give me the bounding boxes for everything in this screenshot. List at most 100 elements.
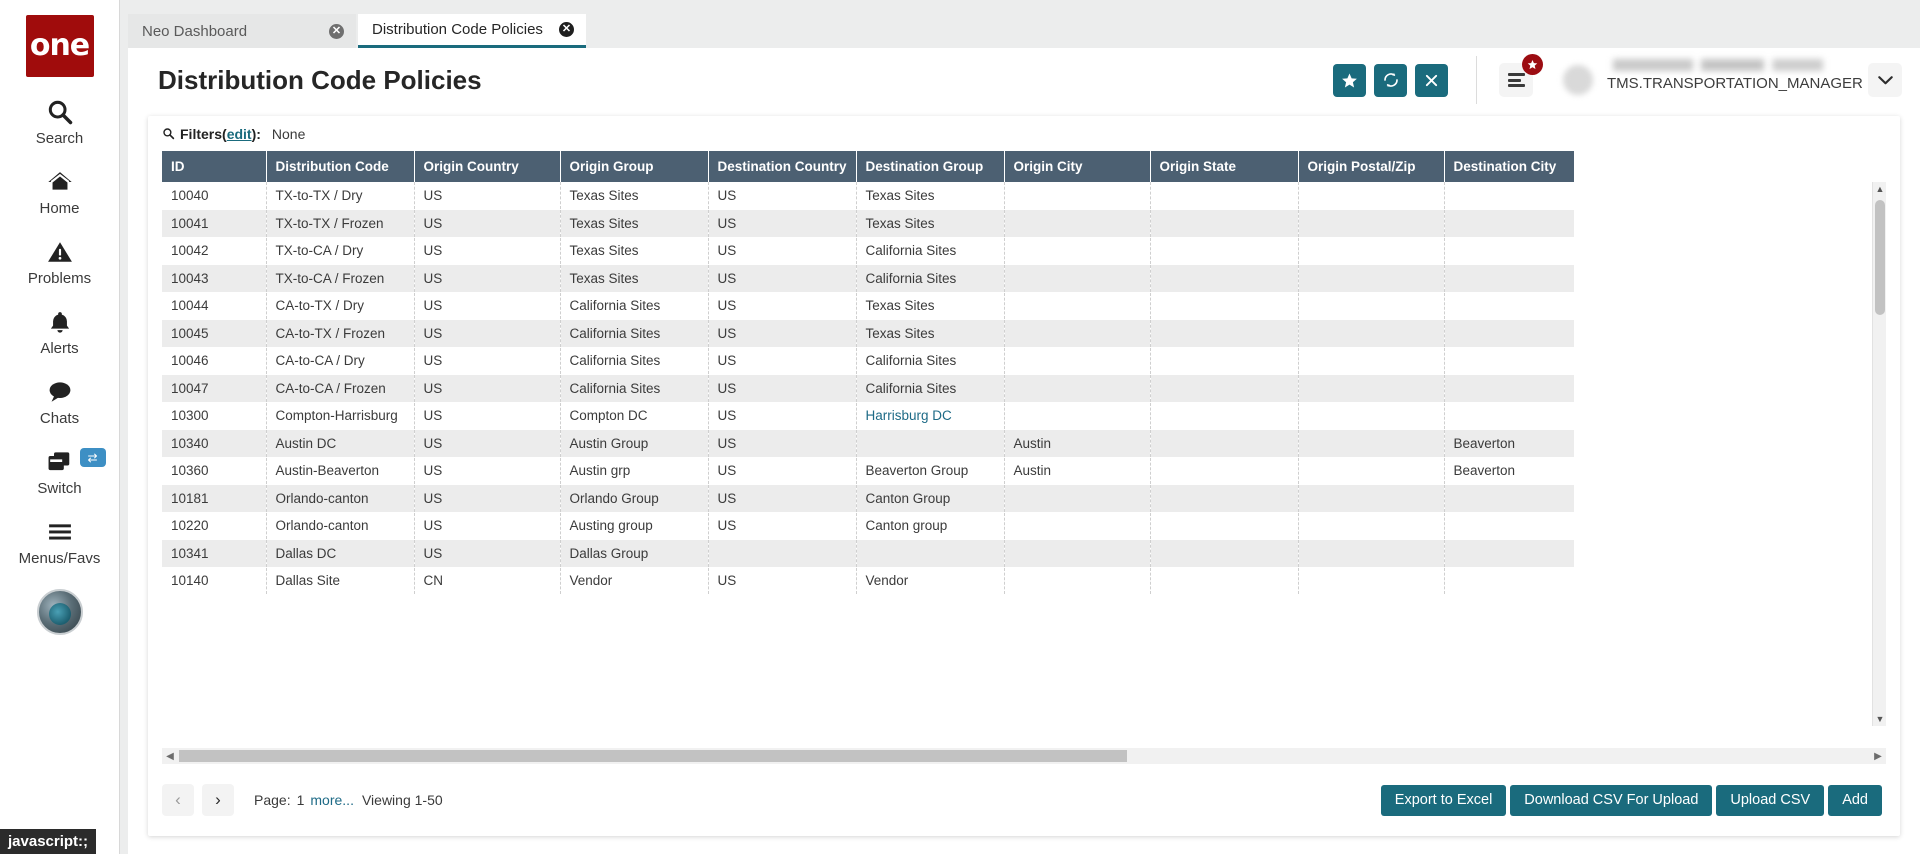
favorite-button[interactable] xyxy=(1333,63,1366,97)
column-header[interactable]: Destination Country xyxy=(708,151,857,182)
table-cell xyxy=(1298,182,1445,210)
table-cell: US xyxy=(708,457,857,485)
scroll-right-icon[interactable]: ▶ xyxy=(1870,748,1886,764)
row-id-link[interactable]: 10043 xyxy=(162,264,267,292)
table-cell: US xyxy=(414,347,561,375)
close-glyph: ✕ xyxy=(331,24,342,37)
sidebar-item-problems[interactable]: Problems xyxy=(0,236,120,287)
table-row[interactable]: 10140 Dallas Site CN Vendor US Vendor xyxy=(162,567,1574,595)
table-row[interactable]: 10300 Compton-Harrisburg US Compton DC US Har… xyxy=(162,402,1574,430)
app-logo[interactable]: one xyxy=(25,15,94,77)
table-cell xyxy=(1004,402,1151,430)
sidebar-item-menus-favs[interactable]: Menus/Favs xyxy=(0,516,120,567)
table-cell: Vendor xyxy=(856,567,1005,595)
table-row[interactable]: 10181 Orlando-canton US Orlando Group US Cant… xyxy=(162,484,1574,512)
star-icon xyxy=(1342,73,1357,87)
column-header[interactable]: Origin Group xyxy=(560,151,709,182)
column-header[interactable]: ID xyxy=(162,151,267,182)
column-header[interactable]: Origin Country xyxy=(414,151,561,182)
column-header[interactable]: Origin Postal/Zip xyxy=(1298,151,1445,182)
table-row[interactable]: 10043 TX-to-CA / Frozen US Texas Sites US Cal… xyxy=(162,264,1574,292)
menu-toggle-button[interactable] xyxy=(1499,54,1543,97)
table-row[interactable]: 10360 Austin-Beaverton US Austin grp US Beave… xyxy=(162,457,1574,485)
table-cell: US xyxy=(708,237,857,265)
row-id-link[interactable]: 10360 xyxy=(162,457,267,485)
header-divider xyxy=(1476,56,1477,104)
table-row[interactable]: 10047 CA-to-CA / Frozen US California Sites… xyxy=(162,374,1574,402)
table-row[interactable]: 10220 Orlando-canton US Austing group US Cant… xyxy=(162,512,1574,540)
sidebar-item-chats[interactable]: Chats xyxy=(0,376,120,427)
user-role-label: TMS.TRANSPORTATION_MANAGER xyxy=(1607,75,1863,92)
switch-badge-icon[interactable]: ⇄ xyxy=(79,448,106,467)
add-button[interactable]: Add xyxy=(1828,784,1882,816)
table-row[interactable]: 10041 TX-to-TX / Frozen US Texas Sites US Tex… xyxy=(162,209,1574,237)
table-row[interactable]: 10044 CA-to-TX / Dry US California Sites US T… xyxy=(162,292,1574,320)
row-id-link[interactable]: 10340 xyxy=(162,429,267,457)
row-id-link[interactable]: 10220 xyxy=(162,512,267,540)
previous-page-button[interactable]: ‹ xyxy=(162,784,194,816)
row-id-link[interactable]: 10046 xyxy=(162,347,267,375)
table-cell: CA-to-TX / Dry xyxy=(266,292,415,320)
column-header[interactable]: Destination City xyxy=(1444,151,1574,182)
sidebar-item-alerts[interactable]: Alerts xyxy=(0,306,120,357)
tab-distribution-code-policies[interactable]: Distribution Code Policies ✕ xyxy=(358,14,586,48)
scroll-left-icon[interactable]: ◀ xyxy=(162,748,178,764)
page-number[interactable]: 1 xyxy=(297,792,305,808)
more-pages-link[interactable]: more... xyxy=(310,792,354,808)
row-id-link[interactable]: 10300 xyxy=(162,402,267,430)
table-cell xyxy=(1298,374,1445,402)
table-row[interactable]: 10042 TX-to-CA / Dry US Texas Sites US Califo… xyxy=(162,237,1574,265)
row-id-link[interactable]: 10041 xyxy=(162,209,267,237)
table-cell: Austing group xyxy=(560,512,709,540)
table-cell xyxy=(1004,292,1151,320)
sidebar-avatar-wrap[interactable] xyxy=(36,589,83,635)
app-logo-text: one xyxy=(29,28,90,63)
column-header[interactable]: Distribution Code xyxy=(266,151,415,182)
vertical-scroll-thumb[interactable] xyxy=(1875,200,1885,315)
next-page-button[interactable]: › xyxy=(202,784,234,816)
user-zone[interactable]: TMS.TRANSPORTATION_MANAGER xyxy=(1563,59,1902,101)
table-row[interactable]: 10341 Dallas DC US Dallas Group xyxy=(162,539,1574,567)
table-cell: Texas Sites xyxy=(856,319,1005,347)
sidebar-item-search[interactable]: Search xyxy=(0,96,120,147)
table-cell: US xyxy=(708,264,857,292)
column-header[interactable]: Origin City xyxy=(1004,151,1151,182)
tab-close-icon[interactable]: ✕ xyxy=(559,22,574,37)
table-horizontal-scrollbar[interactable]: ◀ ▶ xyxy=(162,748,1886,764)
row-id-link[interactable]: 10042 xyxy=(162,237,267,265)
row-id-link[interactable]: 10045 xyxy=(162,319,267,347)
row-id-link[interactable]: 10341 xyxy=(162,539,267,567)
row-id-link[interactable]: 10040 xyxy=(162,182,267,210)
upload-csv-button[interactable]: Upload CSV xyxy=(1716,784,1825,816)
sidebar-item-switch[interactable]: ⇄ Switch xyxy=(0,446,120,497)
export-to-excel-button[interactable]: Export to Excel xyxy=(1380,784,1507,816)
table-cell xyxy=(1298,347,1445,375)
table-row[interactable]: 10040 TX-to-TX / Dry US Texas Sites US Texas … xyxy=(162,182,1574,210)
sidebar-item-home[interactable]: Home xyxy=(0,166,120,217)
table-cell: TX-to-CA / Dry xyxy=(266,237,415,265)
scroll-up-icon[interactable]: ▲ xyxy=(1873,182,1886,196)
scroll-down-icon[interactable]: ▼ xyxy=(1873,712,1886,726)
table-row[interactable]: 10045 CA-to-TX / Frozen US California Sites… xyxy=(162,319,1574,347)
column-header[interactable]: Destination Group xyxy=(856,151,1005,182)
user-menu-chevron-down-icon[interactable] xyxy=(1868,63,1902,97)
table-row[interactable]: 10340 Austin DC US Austin Group US Austin Beav… xyxy=(162,429,1574,457)
column-header[interactable]: Origin State xyxy=(1150,151,1299,182)
row-id-link[interactable]: 10140 xyxy=(162,567,267,595)
horizontal-scroll-thumb[interactable] xyxy=(179,750,1127,762)
close-button[interactable] xyxy=(1415,63,1448,97)
filters-edit-link[interactable]: edit xyxy=(227,126,252,142)
table-vertical-scrollbar[interactable]: ▲ ▼ xyxy=(1872,182,1886,726)
table-cell: US xyxy=(414,429,561,457)
refresh-button[interactable] xyxy=(1374,63,1407,97)
sidebar-item-label: Home xyxy=(39,200,80,217)
row-id-link[interactable]: 10181 xyxy=(162,484,267,512)
avatar[interactable] xyxy=(36,589,83,635)
tab-close-icon[interactable]: ✕ xyxy=(329,23,344,39)
row-id-link[interactable]: 10044 xyxy=(162,292,267,320)
row-id-link[interactable]: 10047 xyxy=(162,374,267,402)
user-avatar xyxy=(1563,65,1593,95)
tab-neo-dashboard[interactable]: Neo Dashboard ✕ xyxy=(128,14,356,48)
table-row[interactable]: 10046 CA-to-CA / Dry US California Sites US C… xyxy=(162,347,1574,375)
download-csv-for-upload-button[interactable]: Download CSV For Upload xyxy=(1510,784,1713,816)
